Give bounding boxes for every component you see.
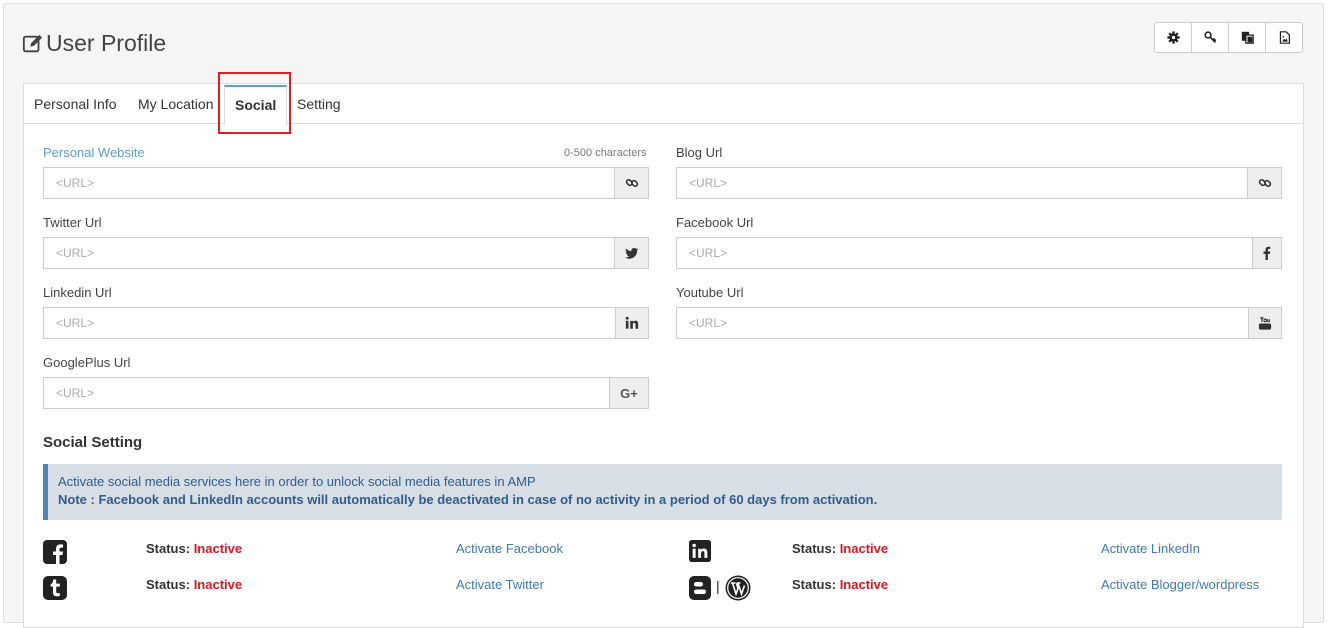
blog-url-label: Blog Url (676, 145, 723, 160)
blogger-status: Status: Inactive (792, 577, 888, 592)
youtube-icon (1258, 316, 1272, 330)
google-plus-icon: G+ (620, 385, 638, 401)
personal-website-input[interactable] (43, 167, 614, 199)
profile-panel: Personal Info My Location Social Setting… (23, 72, 1304, 628)
edit-icon (22, 34, 43, 52)
linkedin-url-group (43, 307, 649, 339)
twitter-url-label: Twitter Url (43, 215, 102, 230)
blogger-status-label: Status: (792, 577, 837, 592)
youtube-url-input[interactable] (676, 307, 1248, 339)
facebook-url-group (676, 237, 1282, 269)
page-title-text: User Profile (46, 30, 167, 56)
facebook-url-input[interactable] (676, 237, 1252, 269)
tab-bar: Personal Info My Location Social Setting (24, 72, 1303, 134)
gear-icon (1166, 31, 1180, 44)
note-line-1: Activate social media services here in o… (58, 474, 536, 489)
youtube-url-label: Youtube Url (676, 285, 744, 300)
googleplus-url-group: G+ (43, 377, 649, 409)
personal-website-addon (614, 167, 649, 199)
image-icon (1279, 31, 1290, 44)
facebook-url-label: Facebook Url (676, 215, 754, 230)
personal-website-label: Personal Website (43, 145, 145, 160)
googleplus-url-input[interactable] (43, 377, 609, 409)
twitter-url-input[interactable] (43, 237, 614, 269)
activate-blogger-wordpress-link[interactable]: Activate Blogger/wordpress (1101, 577, 1259, 592)
blogger-icon (689, 576, 711, 600)
activate-facebook-link[interactable]: Activate Facebook (456, 541, 563, 556)
youtube-url-group (676, 307, 1282, 339)
googleplus-url-label: GooglePlus Url (43, 355, 131, 370)
twitter-status-value: Inactive (193, 577, 243, 592)
blog-url-addon (1247, 167, 1282, 199)
facebook-status: Status: Inactive (146, 541, 242, 556)
image-button[interactable] (1265, 22, 1303, 53)
facebook-icon (1263, 246, 1271, 260)
social-setting-note: Activate social media services here in o… (43, 464, 1282, 520)
linkedin-status-value: Inactive (839, 541, 889, 556)
linkedin-icon (625, 316, 639, 329)
tumblr-square-icon (43, 576, 67, 600)
facebook-square-icon (43, 540, 67, 564)
toolbar (1154, 22, 1303, 53)
facebook-url-addon (1252, 237, 1282, 269)
linkedin-square-icon (689, 540, 711, 562)
twitter-icon (624, 247, 638, 259)
personal-website-group (43, 167, 649, 199)
tab-setting[interactable]: Setting (287, 84, 351, 124)
blog-url-input[interactable] (676, 167, 1247, 199)
link-icon (1258, 178, 1271, 188)
linkedin-status-label: Status: (792, 541, 837, 556)
tab-highlight-box (218, 72, 291, 134)
twitter-status-label: Status: (146, 577, 191, 592)
linkedin-status: Status: Inactive (792, 541, 888, 556)
tab-personal-info[interactable]: Personal Info (24, 84, 127, 124)
twitter-status: Status: Inactive (146, 577, 242, 592)
copy-button[interactable] (1228, 22, 1266, 53)
googleplus-url-addon: G+ (609, 377, 649, 409)
key-button[interactable] (1191, 22, 1229, 53)
facebook-status-label: Status: (146, 541, 191, 556)
twitter-url-addon (614, 237, 649, 269)
social-setting-title: Social Setting (43, 434, 143, 451)
linkedin-url-addon (615, 307, 649, 339)
blogger-status-value: Inactive (839, 577, 889, 592)
activate-twitter-link[interactable]: Activate Twitter (456, 577, 544, 592)
service-separator: | (716, 578, 720, 594)
linkedin-url-input[interactable] (43, 307, 615, 339)
link-icon (625, 178, 638, 188)
linkedin-url-label: Linkedin Url (43, 285, 112, 300)
activate-linkedin-link[interactable]: Activate LinkedIn (1101, 541, 1200, 556)
twitter-url-group (43, 237, 649, 269)
settings-button[interactable] (1154, 22, 1192, 53)
youtube-url-addon (1248, 307, 1282, 339)
tab-my-location[interactable]: My Location (128, 84, 223, 124)
key-icon (1203, 31, 1216, 43)
facebook-status-value: Inactive (193, 541, 243, 556)
page-container: User Profile Personal Info My Location S… (3, 3, 1324, 628)
note-line-2: Note : Facebook and LinkedIn accounts wi… (58, 492, 878, 507)
blog-url-group (676, 167, 1282, 199)
copy-icon (1241, 31, 1254, 44)
page-title: User Profile (22, 30, 166, 57)
wordpress-icon (725, 575, 751, 601)
character-limit-hint: 0-500 characters (564, 147, 647, 159)
